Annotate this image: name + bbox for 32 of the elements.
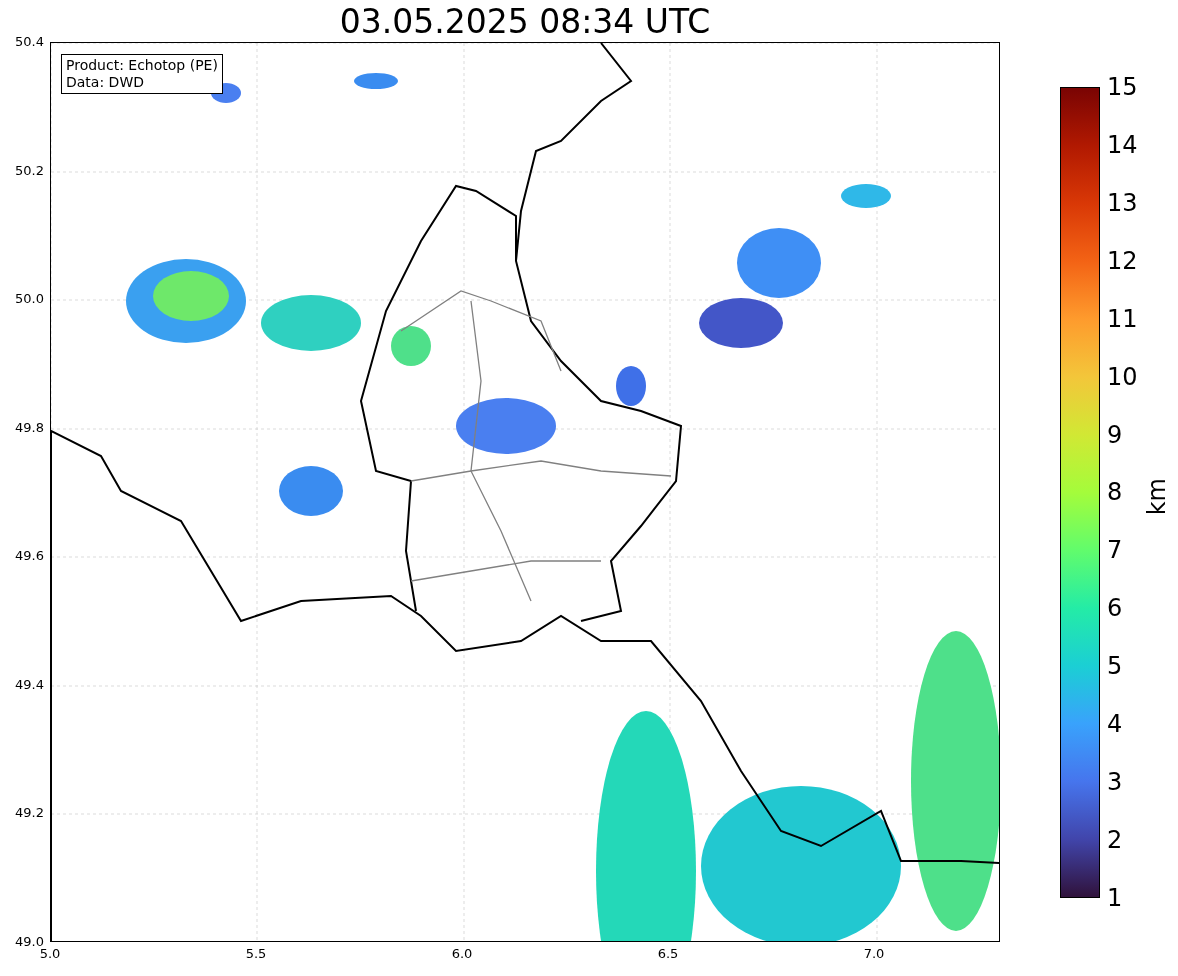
x-tick-label: 7.0	[862, 946, 886, 961]
colorbar-tick-label: 10	[1107, 362, 1138, 391]
colorbar-tick-label: 3	[1107, 768, 1124, 797]
colorbar-label: km	[1143, 478, 1171, 516]
y-tick-label: 49.6	[15, 547, 44, 566]
colorbar-tick-label: 15	[1107, 73, 1138, 101]
y-tick-label: 50.0	[15, 290, 44, 309]
legend-text: Product: Echotop (PE)	[66, 57, 218, 74]
colorbar-tick-label: 13	[1107, 188, 1138, 217]
colorbar-tick-label: 14	[1107, 130, 1138, 159]
colorbar-tick-label: 11	[1107, 304, 1138, 333]
x-tick-label: 5.5	[244, 946, 268, 961]
x-tick-label: 6.5	[656, 946, 680, 961]
x-tick-label: 6.0	[450, 946, 474, 961]
colorbar-tick-label: 8	[1107, 478, 1124, 507]
colorbar-tick-label: 9	[1107, 420, 1124, 449]
x-tick-label: 5.0	[38, 946, 62, 961]
y-tick-label: 50.2	[15, 161, 44, 180]
y-tick-label: 49.0	[15, 932, 44, 949]
legend-text: Data: DWD	[66, 74, 145, 91]
colorbar-tick-label: 2	[1107, 826, 1124, 854]
chart-title: 03.05.2025 08:34 UTC	[338, 2, 712, 41]
colorbar-tick-label: 5	[1107, 652, 1124, 681]
y-tick-label: 50.4	[15, 33, 44, 51]
colorbar-tick-label: 7	[1107, 536, 1124, 565]
colorbar-tick-label: 4	[1107, 710, 1124, 739]
colorbar-tick-label: 6	[1107, 594, 1124, 623]
colorbar-tick-label: 12	[1107, 246, 1138, 275]
colorbar-tick-label: 1	[1107, 883, 1124, 912]
y-tick-label: 49.8	[15, 418, 44, 437]
y-tick-label: 49.4	[15, 675, 44, 694]
y-tick-label: 49.2	[15, 804, 44, 823]
